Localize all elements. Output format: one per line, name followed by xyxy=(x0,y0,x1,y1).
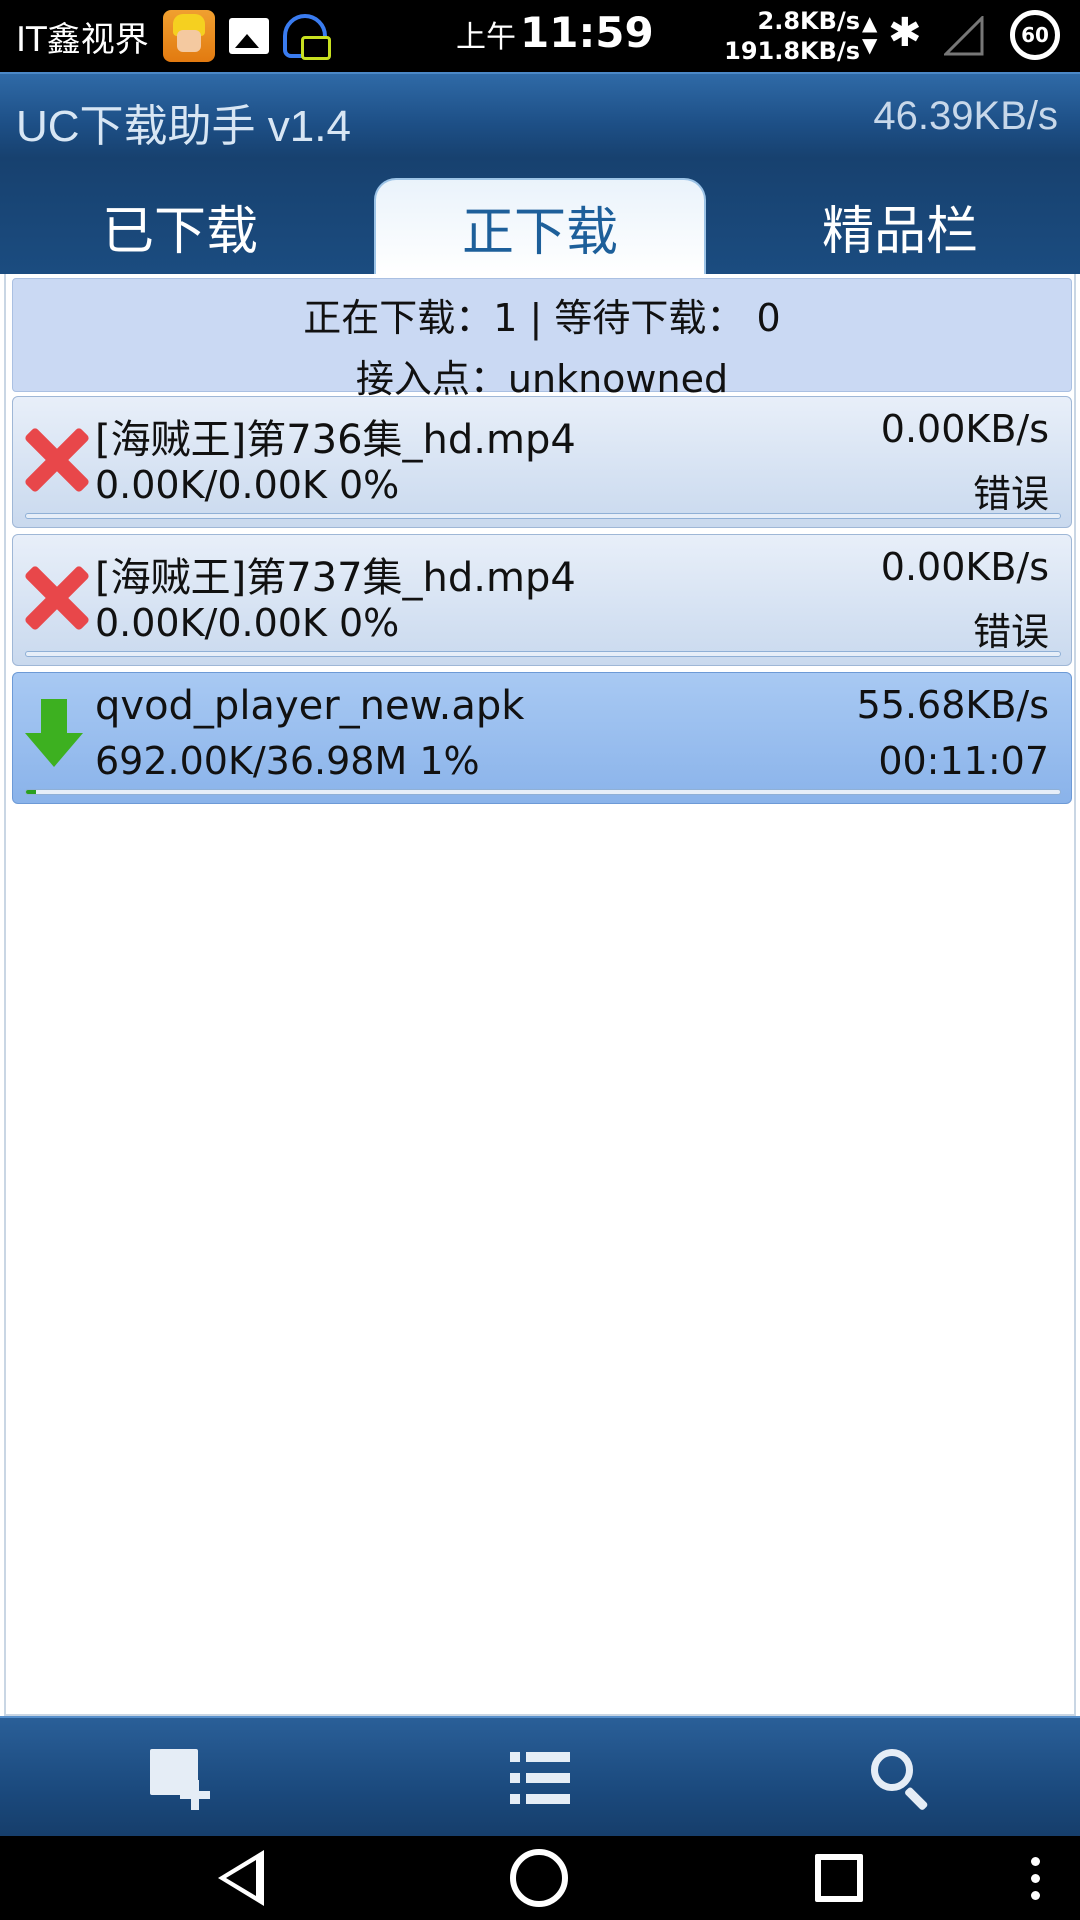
back-button[interactable] xyxy=(206,1848,276,1908)
download-progress-text: 0.00K/0.00K 0% xyxy=(95,463,400,507)
download-item[interactable]: qvod_player_new.apk 692.00K/36.98M 1% 55… xyxy=(12,672,1072,804)
back-icon xyxy=(218,1850,264,1906)
add-task-button[interactable] xyxy=(122,1732,242,1824)
signal-icon xyxy=(944,16,984,56)
bluetooth-icon: ✱ xyxy=(888,10,922,56)
chat-notification-icon xyxy=(282,14,331,60)
bottom-toolbar xyxy=(0,1716,1080,1836)
download-speed-value: 0.00KB/s xyxy=(880,407,1049,451)
download-filename: [海贼王]第737集_hd.mp4 xyxy=(95,555,576,601)
status-bar: IT鑫视界 上午 11:59 2.8KB/s 191.8KB/s ▲ ▼ ✱ 60 xyxy=(0,0,1080,72)
progress-bar xyxy=(25,651,1061,657)
list-button[interactable] xyxy=(480,1732,600,1824)
download-progress-text: 692.00K/36.98M 1% xyxy=(95,739,480,783)
access-point: 接入点：unknowned xyxy=(355,357,729,401)
battery-icon: 60 xyxy=(1010,10,1060,60)
download-item[interactable]: [海贼王]第736集_hd.mp4 0.00K/0.00K 0% 0.00KB/… xyxy=(12,396,1072,528)
tab-featured[interactable]: 精品栏 xyxy=(720,178,1080,274)
battery-level: 60 xyxy=(1021,23,1049,47)
progress-bar xyxy=(25,513,1061,519)
overflow-menu-button[interactable] xyxy=(1000,1848,1070,1908)
tab-downloading[interactable]: 正下载 xyxy=(374,178,706,274)
download-summary: 正在下载：1 | 等待下载： 0 接入点：unknowned xyxy=(12,278,1072,401)
error-x-icon xyxy=(21,423,91,493)
network-speeds: 2.8KB/s 191.8KB/s xyxy=(720,6,860,66)
home-icon xyxy=(510,1849,568,1907)
download-speed: 191.8KB/s xyxy=(724,37,860,65)
download-filename: qvod_player_new.apk xyxy=(95,683,525,729)
traffic-arrows-icon: ▲ ▼ xyxy=(862,11,878,57)
tab-bar: 已下载 正下载 精品栏 xyxy=(0,158,1080,274)
system-nav-bar xyxy=(0,1836,1080,1920)
more-vertical-icon xyxy=(1030,1856,1040,1900)
progress-bar-fill xyxy=(26,790,37,794)
download-filename: [海贼王]第736集_hd.mp4 xyxy=(95,417,576,463)
clock: 上午 11:59 xyxy=(456,8,654,57)
clock-ampm: 上午 xyxy=(456,20,516,55)
add-task-icon xyxy=(146,1745,218,1811)
download-progress-text: 0.00K/0.00K 0% xyxy=(95,601,400,645)
home-button[interactable] xyxy=(504,1848,574,1908)
download-status: 错误 xyxy=(972,472,1049,516)
tab-downloaded[interactable]: 已下载 xyxy=(0,178,360,274)
recents-button[interactable] xyxy=(804,1848,874,1908)
progress-bar xyxy=(25,789,1061,795)
search-button[interactable] xyxy=(840,1732,960,1824)
list-icon xyxy=(510,1750,570,1806)
status-bar-left: IT鑫视界 xyxy=(16,10,331,62)
download-time-remaining: 00:11:07 xyxy=(878,739,1049,783)
download-list-panel: 正在下载：1 | 等待下载： 0 接入点：unknowned [海贼王]第736… xyxy=(4,274,1076,1716)
download-speed-value: 55.68KB/s xyxy=(856,683,1049,727)
download-arrow-icon xyxy=(21,699,91,769)
carrier-label: IT鑫视界 xyxy=(16,19,149,60)
upload-speed: 2.8KB/s xyxy=(757,7,860,35)
total-speed: 46.39KB/s xyxy=(873,94,1058,138)
app-title-bar: UC下载助手 v1.4 46.39KB/s xyxy=(0,72,1080,158)
download-status: 错误 xyxy=(972,610,1049,654)
search-icon xyxy=(869,1747,931,1812)
download-item[interactable]: [海贼王]第737集_hd.mp4 0.00K/0.00K 0% 0.00KB/… xyxy=(12,534,1072,666)
error-x-icon xyxy=(21,561,91,631)
avatar-icon xyxy=(162,10,215,62)
download-counts: 正在下载：1 | 等待下载： 0 xyxy=(303,296,781,340)
recents-icon xyxy=(815,1854,863,1902)
app-title: UC下载助手 v1.4 xyxy=(16,102,351,151)
clock-time: 11:59 xyxy=(520,8,654,57)
image-notification-icon xyxy=(228,18,269,54)
download-speed-value: 0.00KB/s xyxy=(880,545,1049,589)
